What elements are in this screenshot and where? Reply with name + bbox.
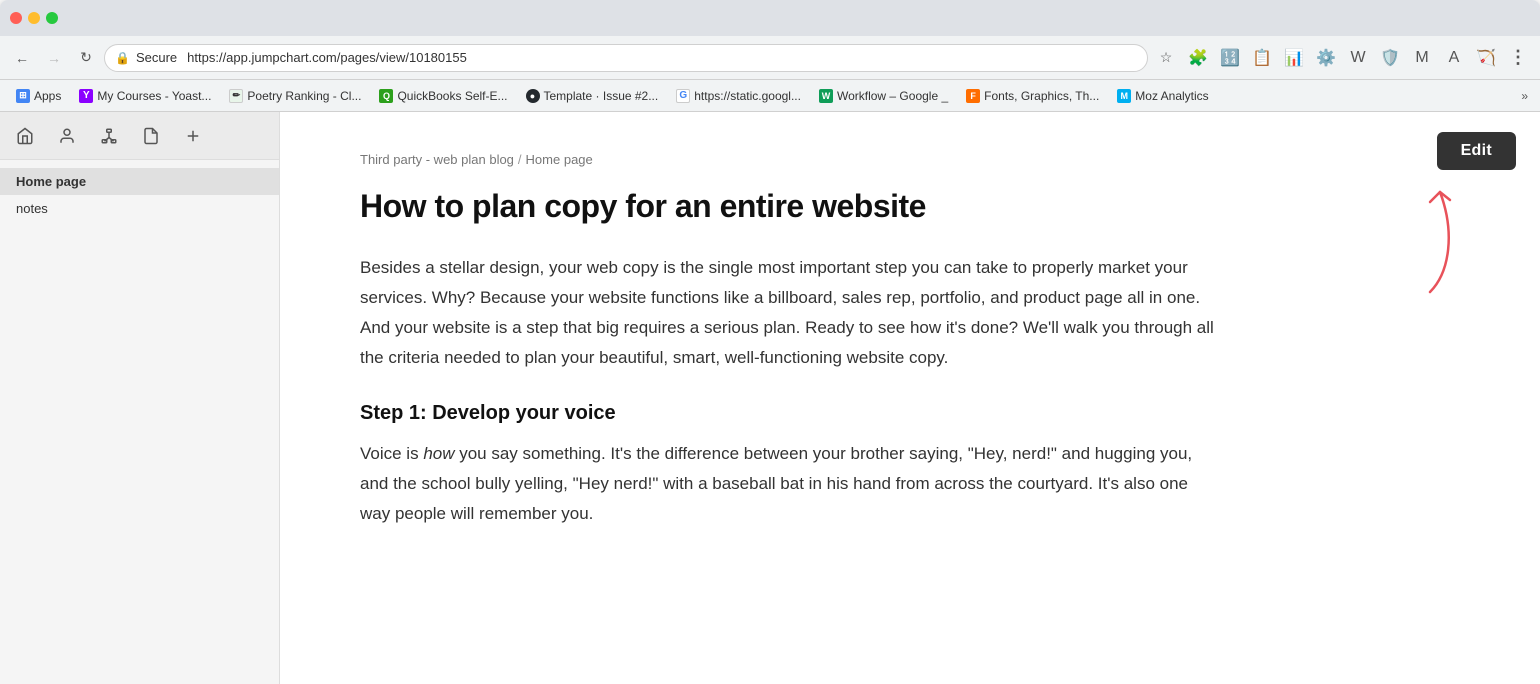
back-button[interactable]: ← xyxy=(8,44,36,72)
bookmark-fonts[interactable]: F Fonts, Graphics, Th... xyxy=(958,87,1107,105)
close-button[interactable] xyxy=(10,12,22,24)
bookmark-apps-label: Apps xyxy=(34,89,61,103)
main-layout: Home page notes Edit Third party - web p… xyxy=(0,112,1540,684)
breadcrumb-current: Home page xyxy=(526,152,593,167)
note-tool-button[interactable] xyxy=(138,123,164,149)
bookmark-moz-label: Moz Analytics xyxy=(1135,89,1208,103)
extension-4[interactable]: 📊 xyxy=(1280,44,1308,72)
extension-1[interactable]: 🧩 xyxy=(1184,44,1212,72)
home-tool-button[interactable] xyxy=(12,123,38,149)
bookmarks-more-button[interactable]: » xyxy=(1517,87,1532,105)
extension-9[interactable]: A xyxy=(1440,44,1468,72)
extension-2[interactable]: 🔢 xyxy=(1216,44,1244,72)
sidebar-pages-list: Home page notes xyxy=(0,160,279,684)
bookmark-my-courses[interactable]: Y My Courses - Yoast... xyxy=(71,87,219,105)
bookmark-google-static[interactable]: G https://static.googl... xyxy=(668,87,809,105)
yoast-favicon: Y xyxy=(79,89,93,103)
forward-button[interactable]: → xyxy=(40,44,68,72)
edit-button[interactable]: Edit xyxy=(1437,132,1516,170)
github-favicon: ● xyxy=(526,89,540,103)
sitemap-tool-button[interactable] xyxy=(96,123,122,149)
apps-favicon: ⊞ xyxy=(16,89,30,103)
step1-body: Voice is how you say something. It's the… xyxy=(360,439,1220,528)
bookmark-workflow-label: Workflow – Google _ xyxy=(837,89,948,103)
add-tool-button[interactable] xyxy=(180,123,206,149)
refresh-button[interactable]: ↻ xyxy=(72,44,100,72)
google-favicon: G xyxy=(676,89,690,103)
extension-10[interactable]: 🏹 xyxy=(1472,44,1500,72)
article-title: How to plan copy for an entire website xyxy=(360,187,1460,225)
nav-bar: ← → ↻ 🔒 Secure https://app.jumpchart.com… xyxy=(0,36,1540,80)
sidebar-item-home-page[interactable]: Home page xyxy=(0,168,279,195)
content-area: Edit Third party - web plan blog / Home … xyxy=(280,112,1540,684)
bookmark-template-label: Template · Issue #2... xyxy=(544,89,659,103)
step1-heading: Step 1: Develop your voice xyxy=(360,396,1220,431)
sidebar-item-notes[interactable]: notes xyxy=(0,195,279,222)
article-intro: Besides a stellar design, your web copy … xyxy=(360,253,1220,372)
bookmark-poetry-label: Poetry Ranking - Cl... xyxy=(247,89,361,103)
extension-5[interactable]: ⚙️ xyxy=(1312,44,1340,72)
sidebar: Home page notes xyxy=(0,112,280,684)
browser-window: ← → ↻ 🔒 Secure https://app.jumpchart.com… xyxy=(0,0,1540,684)
secure-icon: 🔒 xyxy=(115,51,130,65)
breadcrumb-parent[interactable]: Third party - web plan blog xyxy=(360,152,514,167)
home-page-label: Home page xyxy=(16,174,86,189)
maximize-button[interactable] xyxy=(46,12,58,24)
poetry-favicon: ✏ xyxy=(229,89,243,103)
bookmark-courses-label: My Courses - Yoast... xyxy=(97,89,211,103)
more-options[interactable]: ⋮ xyxy=(1504,44,1532,72)
moz-favicon: M xyxy=(1117,89,1131,103)
fonts-favicon: F xyxy=(966,89,980,103)
minimize-button[interactable] xyxy=(28,12,40,24)
url-text: Secure xyxy=(136,50,177,65)
bookmark-template[interactable]: ● Template · Issue #2... xyxy=(518,87,667,105)
person-tool-button[interactable] xyxy=(54,123,80,149)
address-bar[interactable]: 🔒 Secure https://app.jumpchart.com/pages… xyxy=(104,44,1148,72)
star-button[interactable]: ☆ xyxy=(1152,44,1180,72)
sidebar-toolbar xyxy=(0,112,279,160)
bookmarks-bar: ⊞ Apps Y My Courses - Yoast... ✏ Poetry … xyxy=(0,80,1540,112)
breadcrumb: Third party - web plan blog / Home page xyxy=(360,152,1460,167)
extension-6[interactable]: W xyxy=(1344,44,1372,72)
bookmark-poetry[interactable]: ✏ Poetry Ranking - Cl... xyxy=(221,87,369,105)
extension-3[interactable]: 📋 xyxy=(1248,44,1276,72)
article-body: Besides a stellar design, your web copy … xyxy=(360,253,1220,528)
extension-8[interactable]: M xyxy=(1408,44,1436,72)
bookmark-apps[interactable]: ⊞ Apps xyxy=(8,87,69,105)
bookmark-google-label: https://static.googl... xyxy=(694,89,801,103)
extension-7[interactable]: 🛡️ xyxy=(1376,44,1404,72)
bookmark-workflow[interactable]: W Workflow – Google _ xyxy=(811,87,956,105)
nav-actions: ☆ 🧩 🔢 📋 📊 ⚙️ W 🛡️ M A 🏹 ⋮ xyxy=(1152,44,1532,72)
breadcrumb-separator: / xyxy=(518,152,522,167)
bookmark-moz[interactable]: M Moz Analytics xyxy=(1109,87,1216,105)
url-full: https://app.jumpchart.com/pages/view/101… xyxy=(187,50,467,65)
bookmark-qb-label: QuickBooks Self-E... xyxy=(397,89,507,103)
qb-favicon: Q xyxy=(379,89,393,103)
bookmark-quickbooks[interactable]: Q QuickBooks Self-E... xyxy=(371,87,515,105)
title-bar xyxy=(0,0,1540,36)
arrow-annotation xyxy=(1370,172,1450,292)
workflow-favicon: W xyxy=(819,89,833,103)
bookmark-fonts-label: Fonts, Graphics, Th... xyxy=(984,89,1099,103)
notes-label: notes xyxy=(16,201,48,216)
